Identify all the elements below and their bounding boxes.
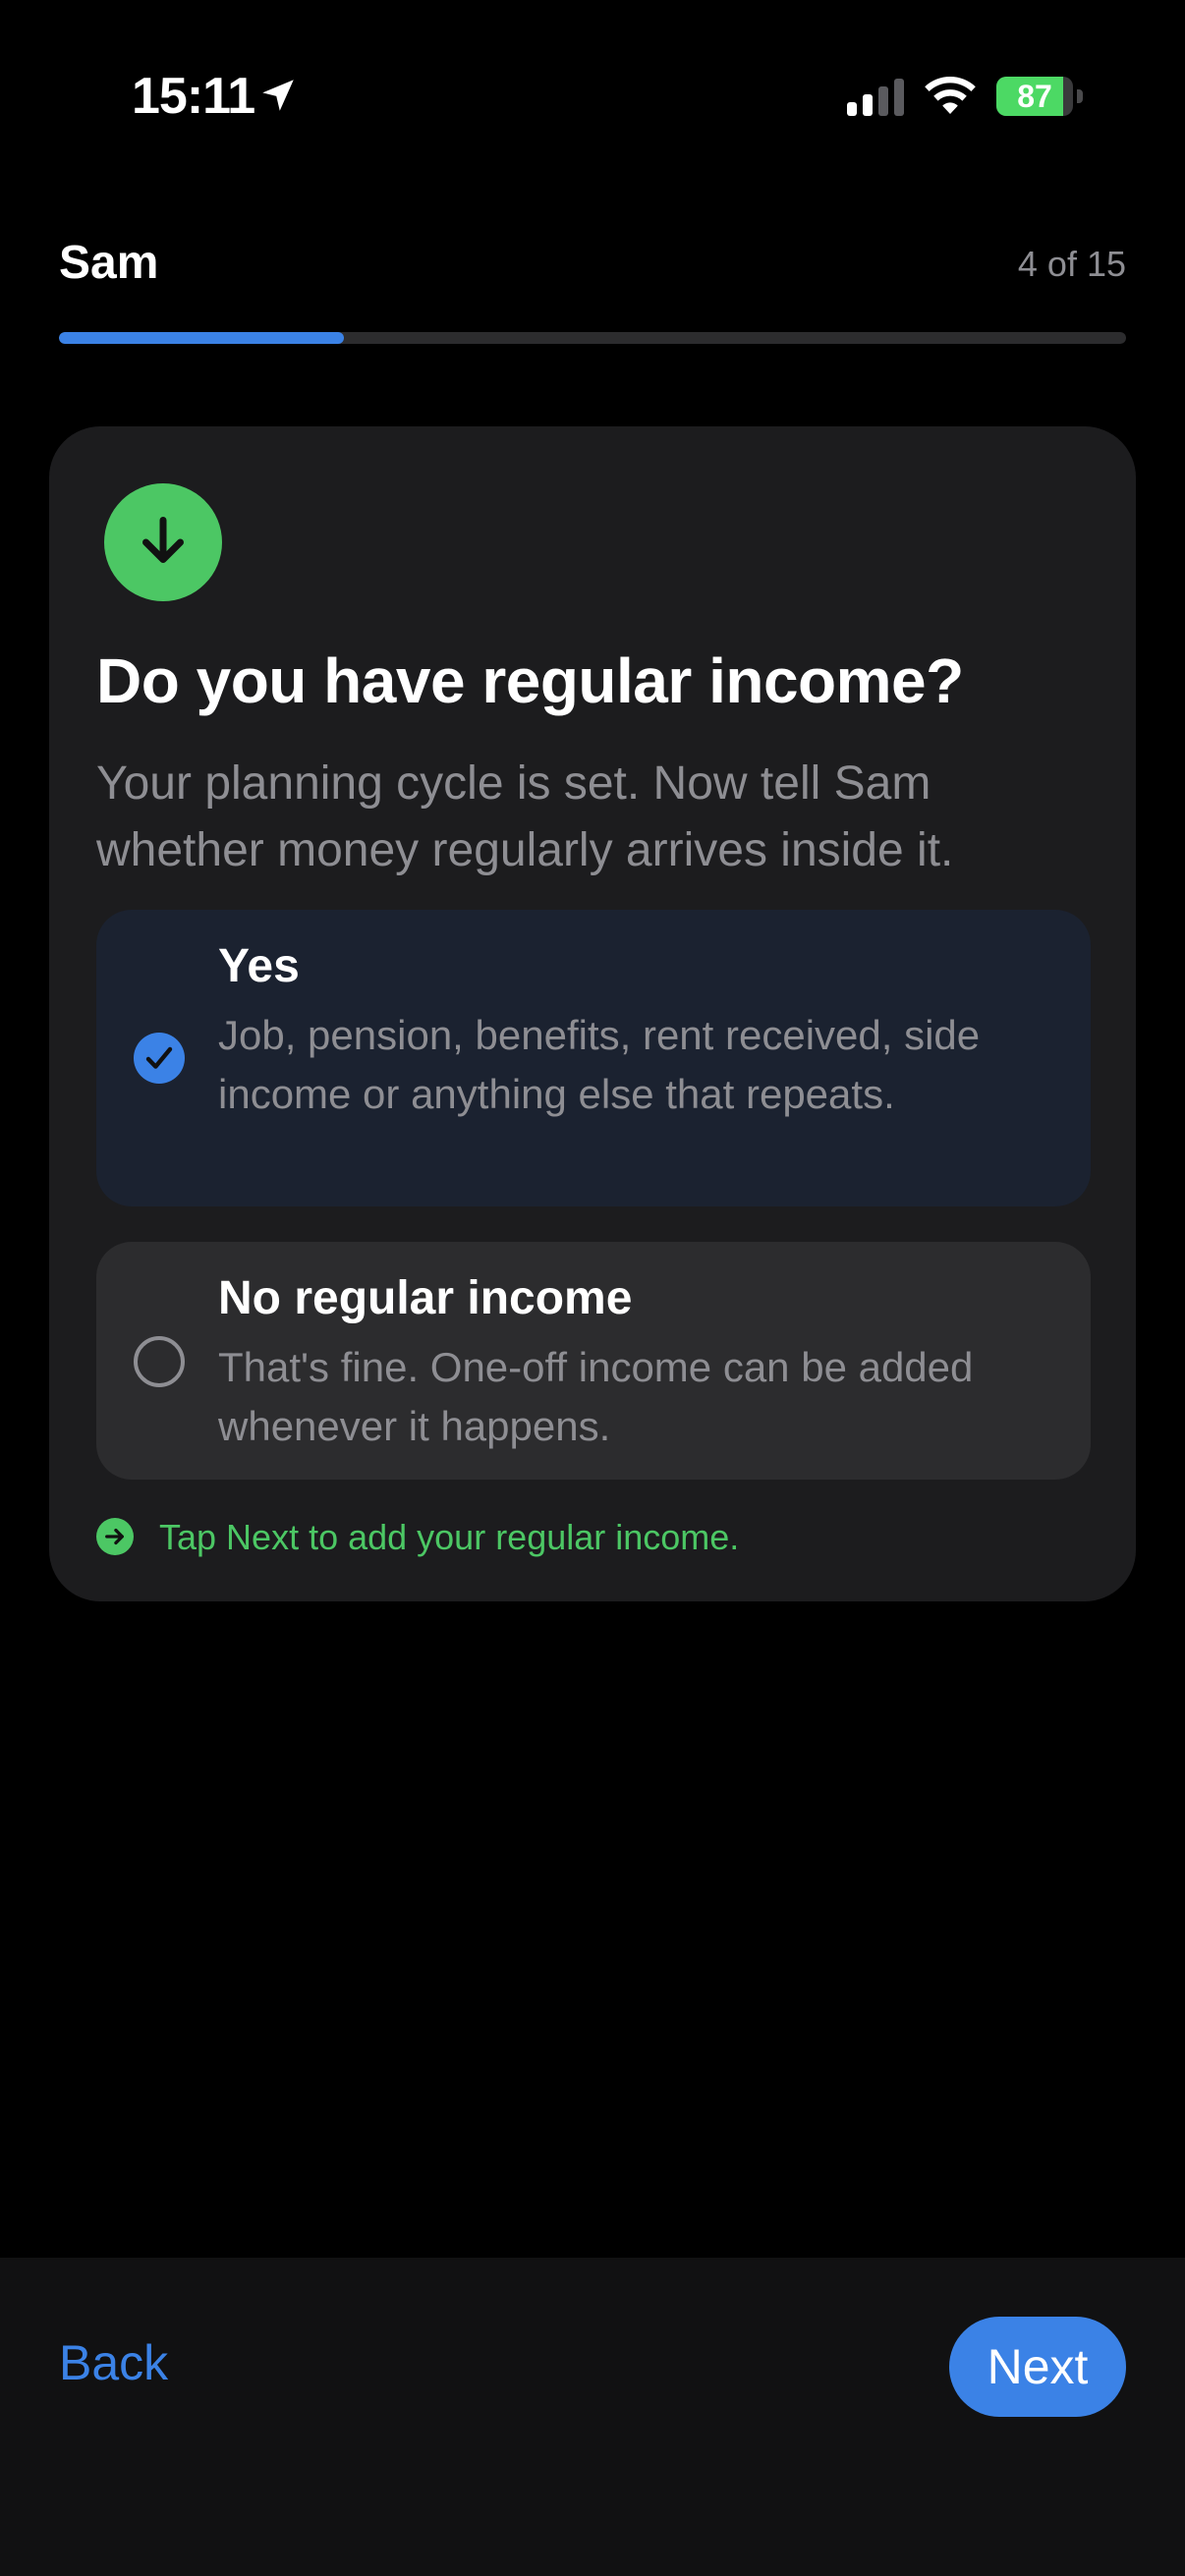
status-time: 15:11 (132, 68, 255, 125)
option-description: That's fine. One-off income can be added… (218, 1344, 974, 1449)
bottom-navigation: Back Next (0, 2258, 1185, 2576)
income-badge (104, 483, 222, 601)
option-description: Job, pension, benefits, rent received, s… (218, 1012, 981, 1117)
page-title: Sam (59, 237, 159, 289)
next-button[interactable]: Next (949, 2317, 1126, 2417)
option-no-regular-income[interactable]: No regular income That's fine. One-off i… (96, 1242, 1091, 1480)
option-yes[interactable]: Yes Job, pension, benefits, rent receive… (96, 910, 1091, 1206)
cellular-signal-icon (847, 79, 904, 116)
battery-percent: 87 (1017, 79, 1052, 114)
step-counter: 4 of 15 (1017, 244, 1126, 284)
wifi-icon (925, 76, 976, 114)
hint-text: Tap Next to add your regular income. (159, 1517, 740, 1557)
location-arrow-icon (262, 80, 294, 111)
radio-checked[interactable] (134, 1033, 185, 1084)
question-subtitle: Your planning cycle is set. Now tell Sam… (96, 757, 954, 876)
hint-badge (96, 1518, 134, 1555)
question-card: Do you have regular income? Your plannin… (49, 426, 1136, 1601)
radio-unchecked[interactable] (134, 1336, 185, 1387)
battery-body: 87 (996, 77, 1073, 116)
arrow-down-icon (142, 517, 184, 563)
battery-indicator: 87 (996, 77, 1083, 116)
battery-tip (1077, 89, 1083, 103)
option-title: Yes (218, 940, 300, 992)
status-bar: 15:11 87 (0, 0, 1185, 187)
progress-bar (59, 332, 1126, 344)
question-title: Do you have regular income? (96, 645, 964, 716)
arrow-right-icon (105, 1528, 124, 1545)
back-button[interactable]: Back (59, 2334, 168, 2391)
option-title: No regular income (218, 1272, 633, 1324)
progress-bar-fill (59, 332, 344, 344)
checkmark-icon (145, 1046, 173, 1069)
